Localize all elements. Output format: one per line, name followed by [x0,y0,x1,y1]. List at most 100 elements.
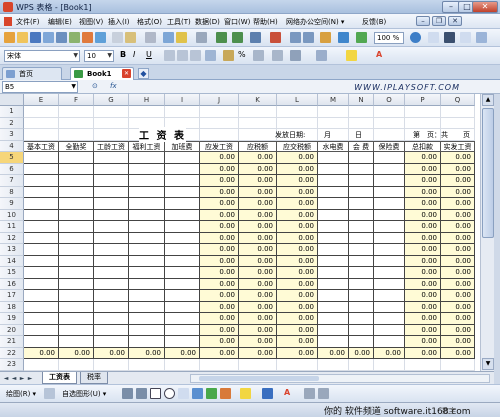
open-folder-icon[interactable] [17,32,28,43]
cell[interactable] [94,198,129,210]
cell[interactable] [94,255,129,267]
cell[interactable] [349,221,374,233]
row-header-7[interactable]: 7 [0,175,24,187]
bold-button[interactable]: B [120,50,131,61]
cell[interactable] [94,324,129,336]
cell[interactable] [165,313,200,325]
computed-cell[interactable]: 0.00 [277,198,318,210]
cell[interactable] [165,221,200,233]
computed-cell[interactable]: 0.00 [200,301,239,313]
cell[interactable] [374,290,405,302]
cell[interactable] [277,106,318,118]
cell[interactable] [59,278,94,290]
cell[interactable] [349,313,374,325]
cell[interactable] [200,106,239,118]
menu-data[interactable]: 数据(D) [195,17,220,27]
cell[interactable] [165,175,200,187]
draw-icon[interactable] [356,32,367,43]
cell[interactable] [318,336,349,348]
row-header-22[interactable]: 22 [0,347,24,359]
cell[interactable] [129,290,165,302]
autoshapes-menu[interactable]: 自选图形(U) ▾ [62,389,106,399]
cell[interactable] [24,359,59,371]
row-header-18[interactable]: 18 [0,301,24,313]
computed-cell[interactable]: 0.00 [405,221,441,233]
row-header-14[interactable]: 14 [0,255,24,267]
computed-cell[interactable]: 0.00 [277,186,318,198]
computed-cell[interactable]: 0.00 [441,244,475,256]
computed-cell[interactable]: 0.00 [277,313,318,325]
computed-cell[interactable]: 0.00 [239,209,277,221]
cell[interactable] [94,129,129,141]
undo-icon[interactable] [216,32,227,43]
font-color-button[interactable]: A [376,50,387,61]
cell[interactable] [318,163,349,175]
row-header-11[interactable]: 11 [0,221,24,233]
cell[interactable] [374,313,405,325]
computed-cell[interactable]: 0.00 [441,163,475,175]
menu-window[interactable]: 窗口(W) [224,17,250,27]
font-family-select[interactable]: 宋体 ▼ [4,50,80,62]
computed-cell[interactable]: 0.00 [405,324,441,336]
cell[interactable] [374,301,405,313]
cell[interactable] [165,255,200,267]
cell[interactable] [349,324,374,336]
row-header-9[interactable]: 9 [0,198,24,210]
computed-cell[interactable]: 0.00 [239,232,277,244]
computed-cell[interactable]: 0.00 [405,290,441,302]
cell[interactable] [349,198,374,210]
cell[interactable] [374,129,405,141]
computed-cell[interactable]: 0.00 [441,152,475,164]
percent-button[interactable]: % [238,50,249,61]
name-box[interactable]: B5 ▼ [2,81,78,93]
cell[interactable] [59,221,94,233]
cell[interactable] [405,106,441,118]
cell[interactable] [318,267,349,279]
row-header-3[interactable]: 3 [0,129,24,141]
filter-icon[interactable] [320,32,331,43]
cell[interactable] [318,359,349,371]
computed-cell[interactable]: 0.00 [239,152,277,164]
computed-cell[interactable]: 0.00 [405,313,441,325]
computed-cell[interactable]: 0.00 [441,278,475,290]
computed-cell[interactable]: 0.00 [200,198,239,210]
cell[interactable] [24,198,59,210]
cell[interactable] [24,313,59,325]
row-header-12[interactable]: 12 [0,232,24,244]
cell[interactable] [165,301,200,313]
cell[interactable] [165,244,200,256]
cell[interactable] [374,324,405,336]
computed-cell[interactable]: 0.00 [200,163,239,175]
computed-cell[interactable]: 0.00 [200,232,239,244]
fill-color-icon[interactable] [346,50,357,61]
cell[interactable] [374,106,405,118]
chart-icon[interactable] [338,32,349,43]
menu-insert[interactable]: 插入(I) [108,17,130,27]
cell[interactable] [374,163,405,175]
cell[interactable] [59,301,94,313]
indent-icon[interactable] [272,50,283,61]
cell[interactable] [94,163,129,175]
line-color-icon[interactable] [262,388,273,399]
currency-icon[interactable] [223,50,234,61]
cell[interactable] [94,244,129,256]
computed-cell[interactable]: 0.00 [405,175,441,187]
menu-view[interactable]: 视图(V) [79,17,103,27]
cell[interactable] [349,209,374,221]
sheet-tab-tax-rate[interactable]: 税率 [80,372,108,384]
computed-cell[interactable]: 0.00 [441,336,475,348]
column-header-f[interactable]: F [59,94,94,106]
cell[interactable] [239,359,277,371]
oval-tool-icon[interactable] [164,388,175,399]
cell[interactable] [318,175,349,187]
cell[interactable] [374,221,405,233]
vertical-scrollbar[interactable]: ▲ ▼ [480,94,494,371]
computed-cell[interactable]: 0.00 [200,244,239,256]
computed-cell[interactable]: 0.00 [200,267,239,279]
cell[interactable] [129,152,165,164]
computed-cell[interactable]: 0.00 [239,255,277,267]
computed-cell[interactable]: 0.00 [441,221,475,233]
cell[interactable] [165,232,200,244]
cell[interactable] [165,152,200,164]
align-left-icon[interactable] [164,50,175,61]
